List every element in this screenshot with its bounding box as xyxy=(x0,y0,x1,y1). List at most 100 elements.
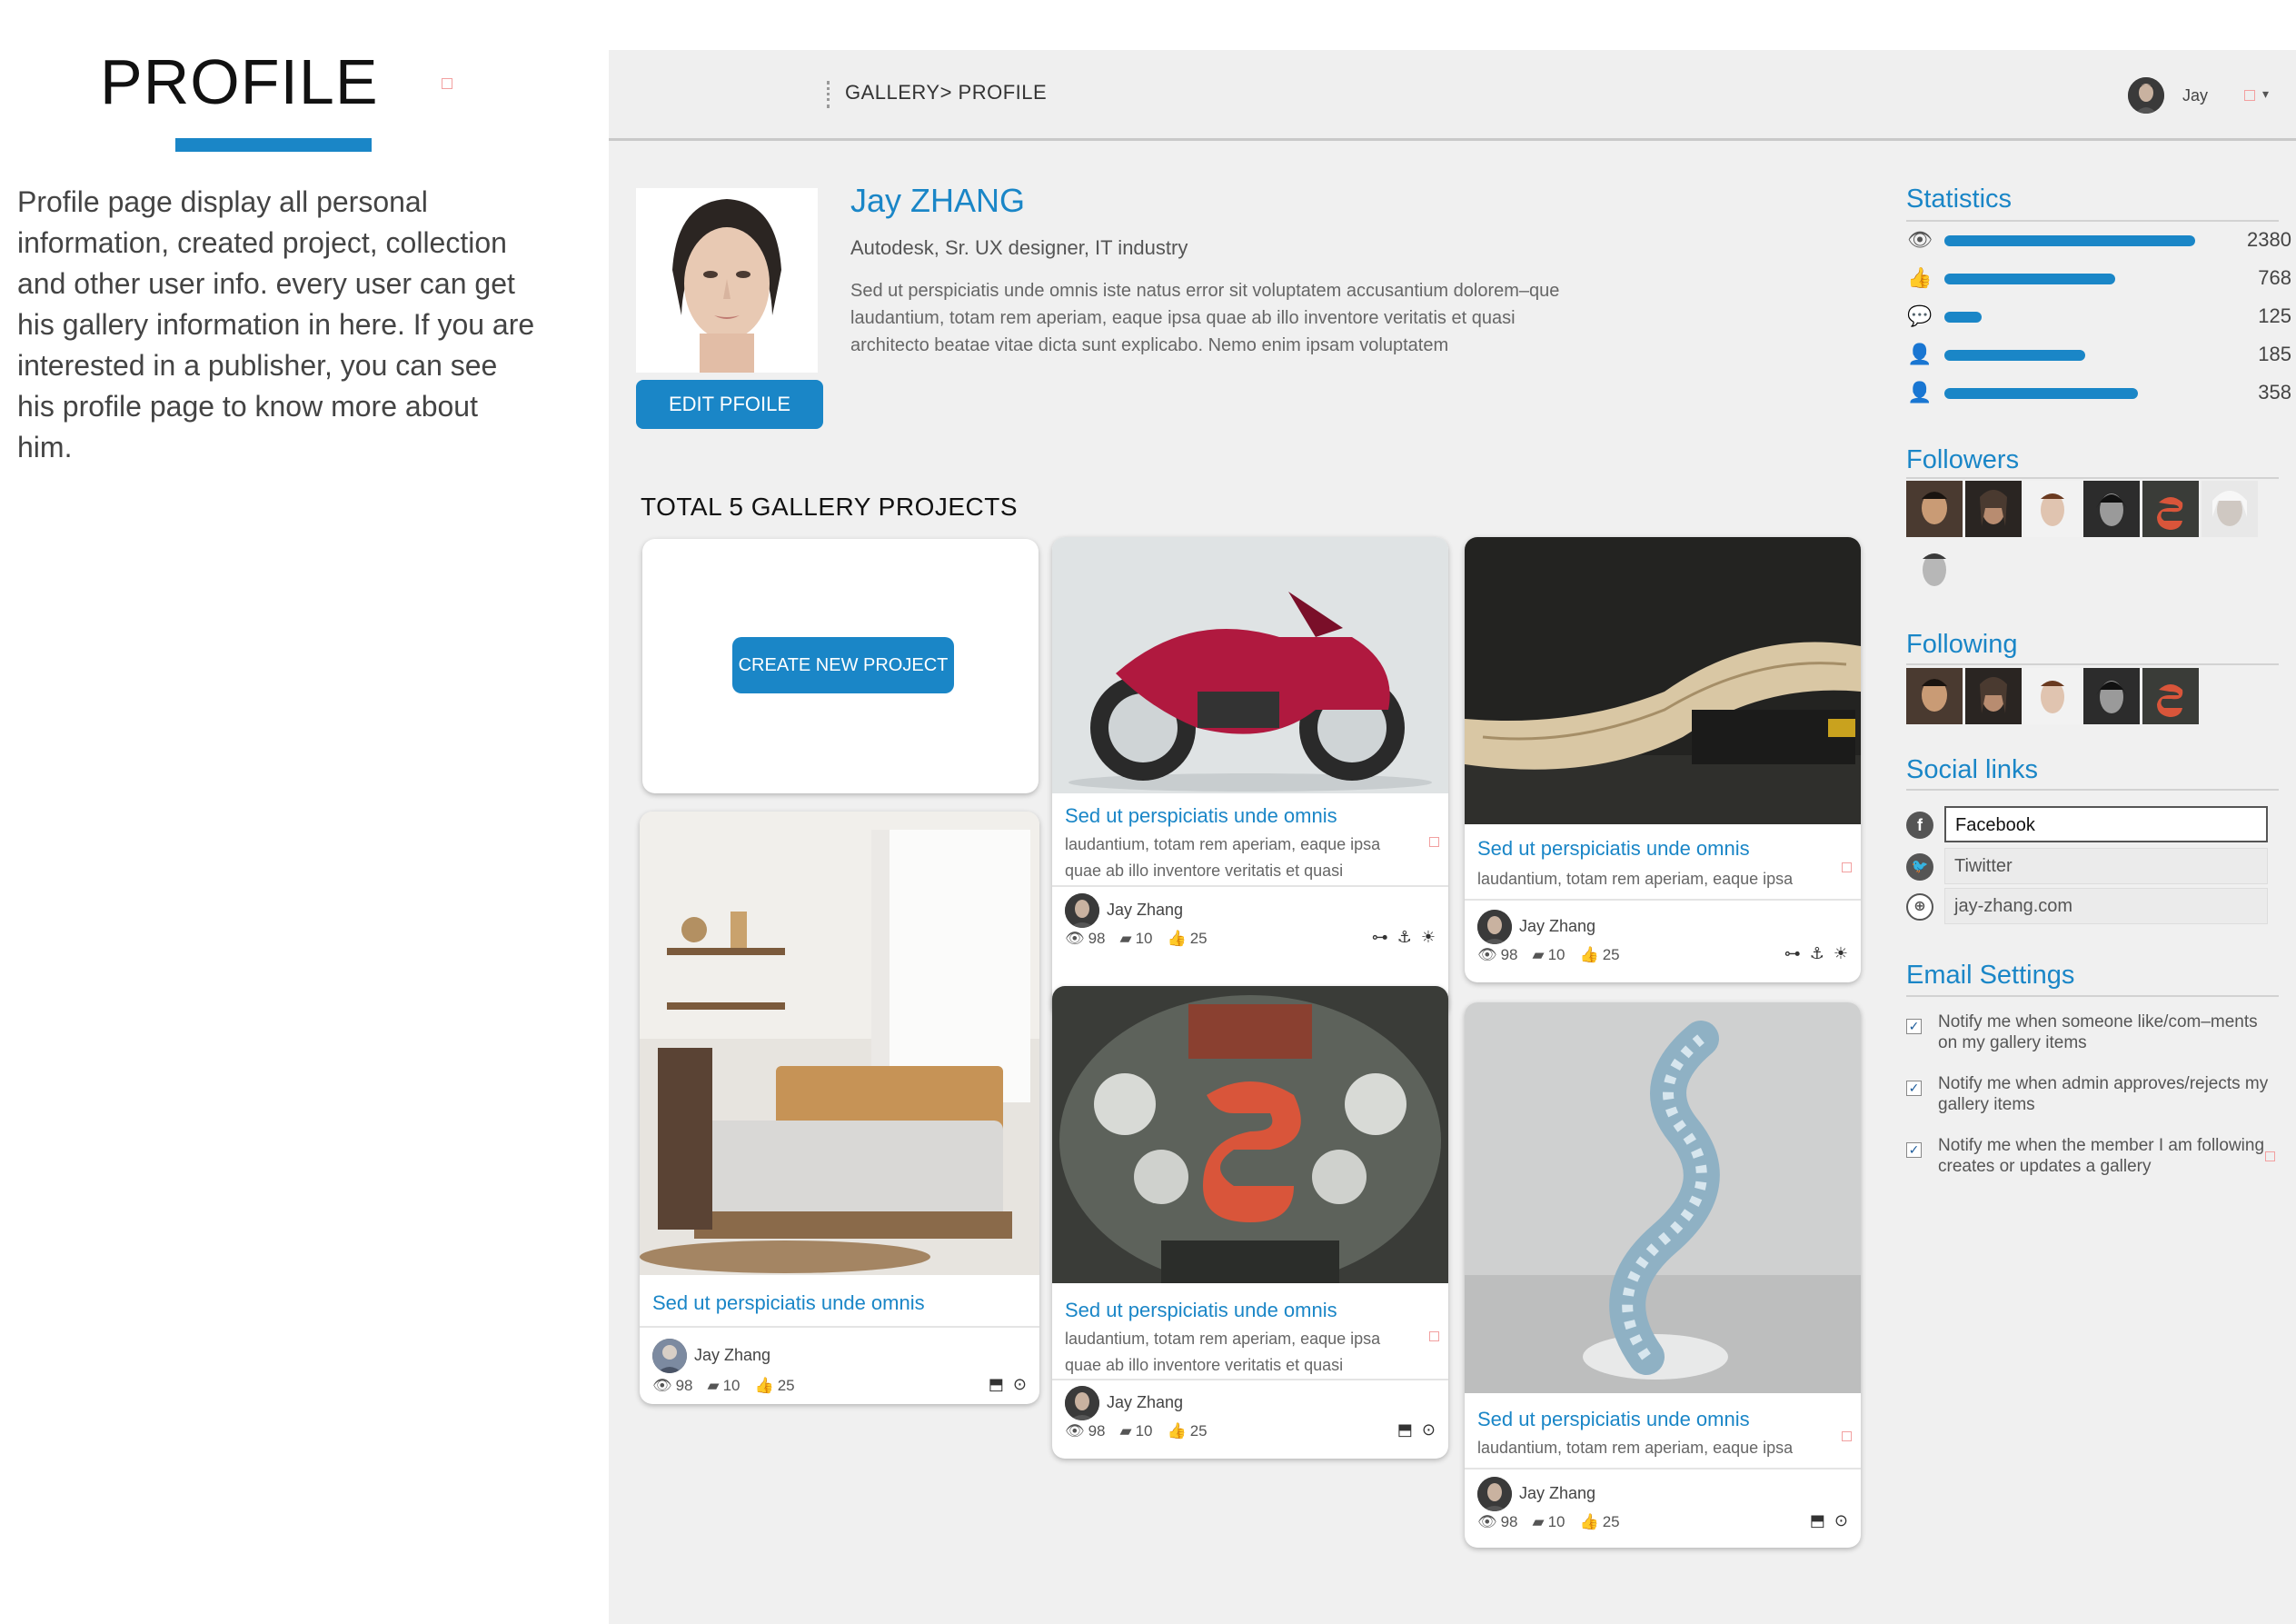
social-row-twitter: 🐦 Tiwitter xyxy=(1906,848,2279,884)
author-avatar[interactable] xyxy=(1477,910,1512,944)
follower-avatar[interactable] xyxy=(2024,481,2081,537)
box-icon[interactable]: ⬒ xyxy=(1810,1511,1825,1530)
author-avatar[interactable] xyxy=(652,1339,687,1373)
eye-icon: 👁 xyxy=(1477,1513,1497,1530)
card-image-engine xyxy=(1052,986,1448,1283)
statistics-heading: Statistics xyxy=(1906,184,2013,214)
card-image-bedroom xyxy=(640,812,1039,1275)
card-divider xyxy=(1052,885,1448,887)
author-name[interactable]: Jay Zhang xyxy=(1107,1393,1183,1412)
box-icon[interactable]: ⬒ xyxy=(989,1375,1004,1394)
card-actions: ⊶ ⚓ ☀ xyxy=(1372,928,1436,947)
twitter-icon: 🐦 xyxy=(1906,853,1933,881)
user-add-icon: 👤 xyxy=(1907,381,1933,404)
card-description: laudantium, totam rem aperiam, eaque ips… xyxy=(1477,1439,1794,1457)
notification-checkbox[interactable]: ✓ xyxy=(1906,1019,1922,1034)
author-avatar[interactable] xyxy=(1065,893,1099,928)
twitter-field[interactable]: Tiwitter xyxy=(1944,848,2268,884)
gallery-card[interactable]: Sed ut perspiciatis unde omnis laudantiu… xyxy=(1052,986,1448,1459)
user-name[interactable]: Jay xyxy=(2182,86,2208,105)
eye-icon: 👁 xyxy=(1065,930,1085,947)
description-text: Profile page display all personal inform… xyxy=(17,185,535,463)
user-avatar[interactable] xyxy=(2128,77,2164,114)
comment-icon: ▰ xyxy=(1532,1513,1545,1530)
profile-bio: Sed ut perspiciatis unde omnis iste natu… xyxy=(850,281,1560,355)
website-field[interactable]: jay-zhang.com xyxy=(1944,888,2268,924)
following-avatar[interactable] xyxy=(1965,668,2022,724)
user-add-icon: 👤 xyxy=(1907,343,1933,365)
follower-avatar[interactable] xyxy=(2202,481,2258,537)
sun-icon[interactable]: ☀ xyxy=(1421,928,1436,947)
follower-avatar[interactable] xyxy=(1906,481,1963,537)
section-divider xyxy=(1906,220,2279,222)
anchor-icon[interactable]: ⚓ xyxy=(1810,944,1824,963)
following-avatar[interactable] xyxy=(1906,668,1963,724)
gallery-card[interactable]: Sed ut perspiciatis unde omnis Jay Zhang… xyxy=(640,812,1039,1404)
annotation-marker xyxy=(1429,837,1439,847)
web-icon: ⊕ xyxy=(1906,893,1933,921)
notification-checkbox[interactable]: ✓ xyxy=(1906,1142,1922,1158)
statistic-bar xyxy=(1944,350,2085,361)
views-stat: 👁 98 xyxy=(652,1377,693,1394)
create-project-button[interactable]: CREATE NEW PROJECT xyxy=(732,637,954,693)
gallery-card[interactable]: Sed ut perspiciatis unde omnis laudantiu… xyxy=(1052,537,1448,1017)
follower-avatar[interactable] xyxy=(2142,481,2199,537)
follower-avatar[interactable] xyxy=(1906,541,1963,597)
play-icon[interactable]: ⊙ xyxy=(1834,1511,1848,1530)
notification-checkbox[interactable]: ✓ xyxy=(1906,1081,1922,1096)
facebook-field[interactable]: Facebook xyxy=(1944,806,2268,842)
author-name[interactable]: Jay Zhang xyxy=(1107,901,1183,920)
play-icon[interactable]: ⊙ xyxy=(1013,1375,1027,1394)
card-image-spiral-staircase xyxy=(1465,1002,1861,1393)
profile-name: Jay ZHANG xyxy=(850,182,1026,219)
chevron-down-icon[interactable]: ▾ xyxy=(2262,86,2269,102)
following-avatar[interactable] xyxy=(2142,668,2199,724)
gallery-card[interactable]: Sed ut perspiciatis unde omnis laudantiu… xyxy=(1465,537,1861,982)
card-divider xyxy=(1465,1468,1861,1470)
views-stat: 👁 98 xyxy=(1065,1422,1106,1440)
card-description: laudantium, totam rem aperiam, eaque ips… xyxy=(1065,1330,1381,1374)
following-avatar[interactable] xyxy=(2024,668,2081,724)
gallery-card[interactable]: Sed ut perspiciatis unde omnis laudantiu… xyxy=(1465,1002,1861,1548)
comments-stat: ▰ 10 xyxy=(1119,930,1153,947)
eye-icon: 👁 xyxy=(1477,946,1497,963)
anchor-icon[interactable]: ⚓ xyxy=(1397,928,1412,947)
link-icon[interactable]: ⊶ xyxy=(1372,928,1388,947)
following-avatar[interactable] xyxy=(2083,668,2140,724)
card-title[interactable]: Sed ut perspiciatis unde omnis xyxy=(1477,837,1750,861)
card-image-architecture xyxy=(1465,537,1861,824)
author-avatar[interactable] xyxy=(1477,1477,1512,1511)
eye-icon: 👁 xyxy=(652,1377,672,1394)
author-name[interactable]: Jay Zhang xyxy=(694,1346,770,1365)
author-name[interactable]: Jay Zhang xyxy=(1519,1484,1595,1503)
following-grid xyxy=(1906,668,2279,728)
edit-profile-button[interactable]: EDIT PFOILE xyxy=(636,380,823,429)
statistic-row: 👤 185 xyxy=(1906,341,2291,368)
card-title[interactable]: Sed ut perspiciatis unde omnis xyxy=(1065,804,1337,828)
following-heading: Following xyxy=(1906,630,2018,659)
likes-stat: 👍 25 xyxy=(1579,946,1620,963)
statistic-row: 👍 768 xyxy=(1906,264,2291,292)
follower-avatar[interactable] xyxy=(1965,481,2022,537)
thumbs-up-icon: 👍 xyxy=(1579,1513,1599,1530)
card-title[interactable]: Sed ut perspiciatis unde omnis xyxy=(1065,1299,1337,1322)
follower-avatar[interactable] xyxy=(2083,481,2140,537)
play-icon[interactable]: ⊙ xyxy=(1422,1420,1436,1440)
sun-icon[interactable]: ☀ xyxy=(1834,944,1848,963)
author-avatar[interactable] xyxy=(1065,1386,1099,1420)
statistic-bar xyxy=(1944,235,2195,246)
box-icon[interactable]: ⬒ xyxy=(1397,1420,1413,1440)
description-title: PROFILE xyxy=(100,46,379,117)
statistic-bar xyxy=(1944,274,2115,284)
link-icon[interactable]: ⊶ xyxy=(1784,944,1801,963)
card-title[interactable]: Sed ut perspiciatis unde omnis xyxy=(1477,1408,1750,1431)
statistic-value: 125 xyxy=(2258,304,2291,327)
card-title[interactable]: Sed ut perspiciatis unde omnis xyxy=(652,1291,925,1315)
breadcrumb[interactable]: GALLERY> PROFILE xyxy=(845,81,1047,105)
followers-heading: Followers xyxy=(1906,445,2020,474)
likes-stat: 👍 25 xyxy=(754,1377,795,1394)
card-actions: ⬒ ⊙ xyxy=(989,1375,1027,1394)
breadcrumb-divider xyxy=(827,81,830,108)
statistic-row: 💬 125 xyxy=(1906,303,2291,330)
author-name[interactable]: Jay Zhang xyxy=(1519,917,1595,936)
